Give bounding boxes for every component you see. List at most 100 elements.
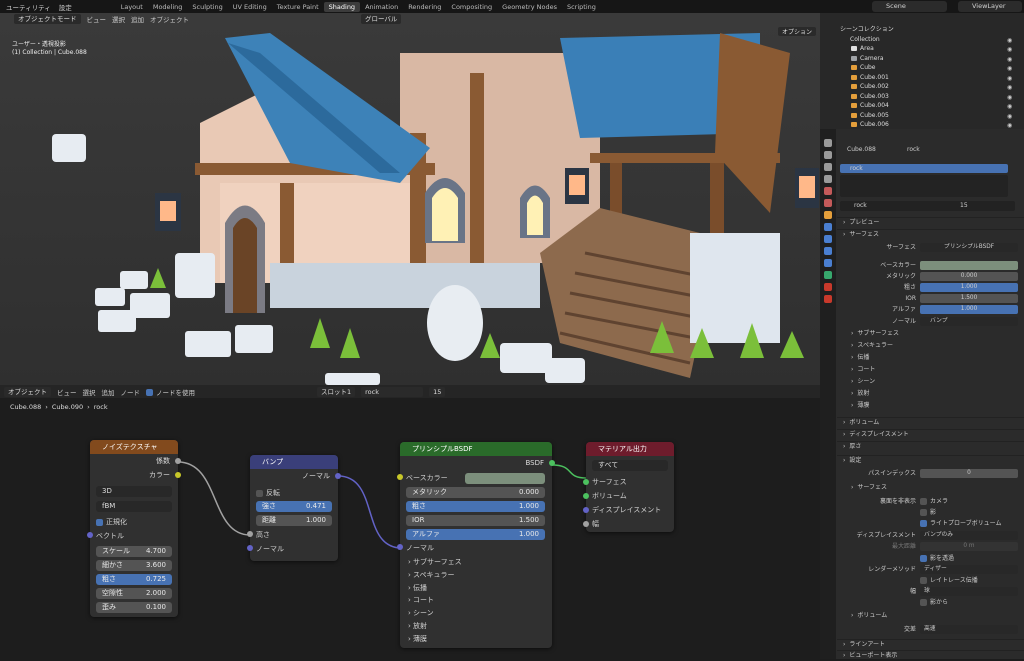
node-header[interactable]: プリンシプルBSDF [400, 442, 552, 456]
noise-type-select[interactable]: fBM [96, 501, 172, 512]
invert-checkbox[interactable]: 反転 [256, 488, 280, 498]
material-output-node[interactable]: マテリアル出力 すべて サーフェス ボリューム ディスプレイスメント 幅 [583, 442, 674, 532]
properties-editor[interactable]: Cube.088rock rock rock15 プレビュー サーフェス サーフ… [820, 129, 1024, 659]
lacunarity-field[interactable]: 空隙性 2.000 [96, 588, 172, 599]
texture-tab-icon[interactable] [824, 295, 832, 303]
shader-editor[interactable]: オブジェクト ビュー 選択 追加 ノード ノードを使用 スロット1 rock 1… [0, 385, 820, 659]
tool-tab-icon[interactable] [824, 139, 832, 147]
panel-transmission[interactable]: › 伝播 [408, 582, 462, 595]
menu-add[interactable]: 追加 [131, 14, 144, 24]
scene-collection-row[interactable]: シーンコレクション [820, 25, 1024, 35]
distortion-field[interactable]: 歪み 0.100 [96, 602, 172, 613]
pass-index-field[interactable]: 0 [920, 469, 1018, 478]
surface-shader-field[interactable]: プリンシプルBSDF [920, 243, 1018, 252]
view-layer-tab-icon[interactable] [824, 175, 832, 183]
physics-tab-icon[interactable] [824, 247, 832, 255]
section-transmission[interactable]: 伝播 [845, 353, 1024, 363]
view-layer-selector[interactable]: ViewLayer [958, 1, 1022, 12]
collection-row[interactable]: Collection ◉ [820, 35, 1024, 45]
roughness-field[interactable]: 1.000 [920, 283, 1018, 292]
orientation-select[interactable]: グローバル [361, 14, 402, 24]
ior-field[interactable]: IOR 1.500 [406, 515, 545, 526]
panel-emission[interactable]: › 放射 [408, 620, 462, 633]
render-tab-icon[interactable] [824, 151, 832, 159]
base-color-swatch[interactable] [465, 473, 545, 484]
section-settings[interactable]: 設定 [837, 455, 1024, 465]
base-color-field[interactable] [920, 261, 1018, 270]
render-method-field[interactable]: ディザー [920, 565, 1018, 574]
outliner-item-camera[interactable]: Camera ◉ [820, 54, 1024, 64]
bump-node[interactable]: バンプ ノーマル 反転 強さ 0.471 距離 1.000 高さ ノーマル [247, 455, 341, 561]
light-probe-checkbox[interactable]: ライトプローブボリューム [920, 518, 1001, 529]
socket-vector[interactable] [87, 532, 93, 538]
section-sheen[interactable]: シーン [845, 377, 1024, 387]
section-volume-settings[interactable]: ボリューム [845, 611, 1024, 621]
metallic-field[interactable]: 0.000 [920, 272, 1018, 281]
panel-specular[interactable]: › スペキュラー [408, 569, 462, 582]
menu-select[interactable]: 選択 [112, 14, 125, 24]
transparent-shadow-checkbox[interactable]: 影を透過 [920, 553, 954, 564]
particles-tab-icon[interactable] [824, 235, 832, 243]
menu-settings[interactable]: 設定 [55, 2, 76, 12]
shadow-checkbox[interactable]: 影 [920, 507, 936, 518]
constraints-tab-icon[interactable] [824, 259, 832, 267]
tab-scripting[interactable]: Scripting [562, 2, 601, 12]
tab-rendering[interactable]: Rendering [403, 2, 446, 12]
node-header[interactable]: バンプ [250, 455, 338, 469]
alpha-field[interactable]: アルファ 1.000 [406, 529, 545, 540]
mode-select[interactable]: オブジェクトモード [14, 14, 81, 24]
socket-normal[interactable] [397, 544, 403, 550]
alpha-field[interactable]: 1.000 [920, 305, 1018, 314]
section-thickness[interactable]: 厚さ [837, 441, 1024, 451]
tab-modeling[interactable]: Modeling [148, 2, 188, 12]
tab-sculpting[interactable]: Sculpting [187, 2, 227, 12]
output-tab-icon[interactable] [824, 163, 832, 171]
normal-field[interactable]: バンプ [920, 317, 1018, 326]
section-displacement[interactable]: ディスプレイスメント [837, 429, 1024, 439]
socket-height[interactable] [247, 531, 253, 537]
socket-normal-out[interactable] [335, 473, 341, 479]
section-volume[interactable]: ボリューム [837, 417, 1024, 427]
raytrace-checkbox[interactable]: レイトレース伝播 [920, 575, 978, 586]
material-slot-list[interactable] [840, 175, 1008, 197]
normalize-checkbox[interactable]: 正規化 [96, 517, 127, 527]
section-preview[interactable]: プレビュー [837, 217, 1024, 227]
outliner-item-cube[interactable]: Cube ◉ [820, 63, 1024, 73]
menu-utility[interactable]: ユーティリティ [2, 2, 55, 12]
detail-field[interactable]: 細かさ 3.600 [96, 560, 172, 571]
section-specular[interactable]: スペキュラー [845, 341, 1024, 351]
principled-bsdf-node[interactable]: プリンシプルBSDF BSDF ベースカラー メタリック 0.000 粗さ 1.00… [397, 442, 555, 648]
target-select[interactable]: すべて [592, 460, 668, 471]
ior-field[interactable]: 1.500 [920, 294, 1018, 303]
roughness-field[interactable]: 粗さ 1.000 [406, 501, 545, 512]
3d-viewport[interactable]: オブジェクトモード ビュー 選択 追加 オブジェクト グローバル ユーザー・透視… [0, 13, 820, 385]
socket-fac[interactable] [175, 458, 181, 464]
thickness-field[interactable]: 球 [920, 587, 1018, 596]
socket-normal-in[interactable] [247, 545, 253, 551]
socket-volume[interactable] [583, 493, 589, 499]
outliner-item-cube-005[interactable]: Cube.005 ◉ [820, 111, 1024, 121]
displacement-method-field[interactable]: バンプのみ [920, 531, 1018, 540]
socket-bsdf[interactable] [549, 460, 555, 466]
node-header[interactable]: ノイズテクスチャ [90, 440, 178, 454]
material-slot-row[interactable]: rock [840, 164, 1008, 173]
socket-thickness[interactable] [583, 521, 589, 527]
roughness-field[interactable]: 粗さ 0.725 [96, 574, 172, 585]
tab-animation[interactable]: Animation [360, 2, 403, 12]
material-tab-icon[interactable] [824, 283, 832, 291]
distance-field[interactable]: 距離 1.000 [256, 515, 332, 526]
socket-base-color[interactable] [397, 474, 403, 480]
dimension-select[interactable]: 3D [96, 486, 172, 497]
tab-uv-editing[interactable]: UV Editing [228, 2, 272, 12]
outliner-item-area[interactable]: Area ◉ [820, 44, 1024, 54]
socket-displacement[interactable] [583, 507, 589, 513]
section-subsurface[interactable]: サブサーフェス [845, 329, 1024, 339]
tab-shading[interactable]: Shading [323, 1, 361, 12]
tab-texture-paint[interactable]: Texture Paint [272, 2, 324, 12]
section-surface[interactable]: サーフェス [837, 229, 1024, 239]
section-lineart[interactable]: ラインアート [837, 639, 1024, 649]
panel-thin-film[interactable]: › 薄膜 [408, 633, 462, 646]
section-emission[interactable]: 放射 [845, 389, 1024, 399]
scale-field[interactable]: スケール 4.700 [96, 546, 172, 557]
node-header[interactable]: マテリアル出力 [586, 442, 674, 456]
